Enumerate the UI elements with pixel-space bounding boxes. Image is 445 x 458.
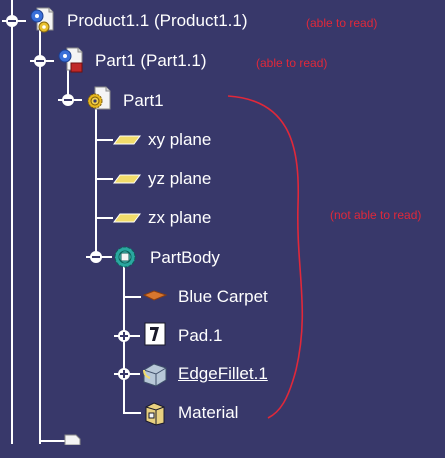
specification-tree: Product1.1 (Product1.1) (able to read) P… bbox=[0, 0, 445, 446]
annotation-bracket bbox=[227, 95, 304, 419]
annotation-not-able-to-read: (not able to read) bbox=[330, 208, 422, 222]
